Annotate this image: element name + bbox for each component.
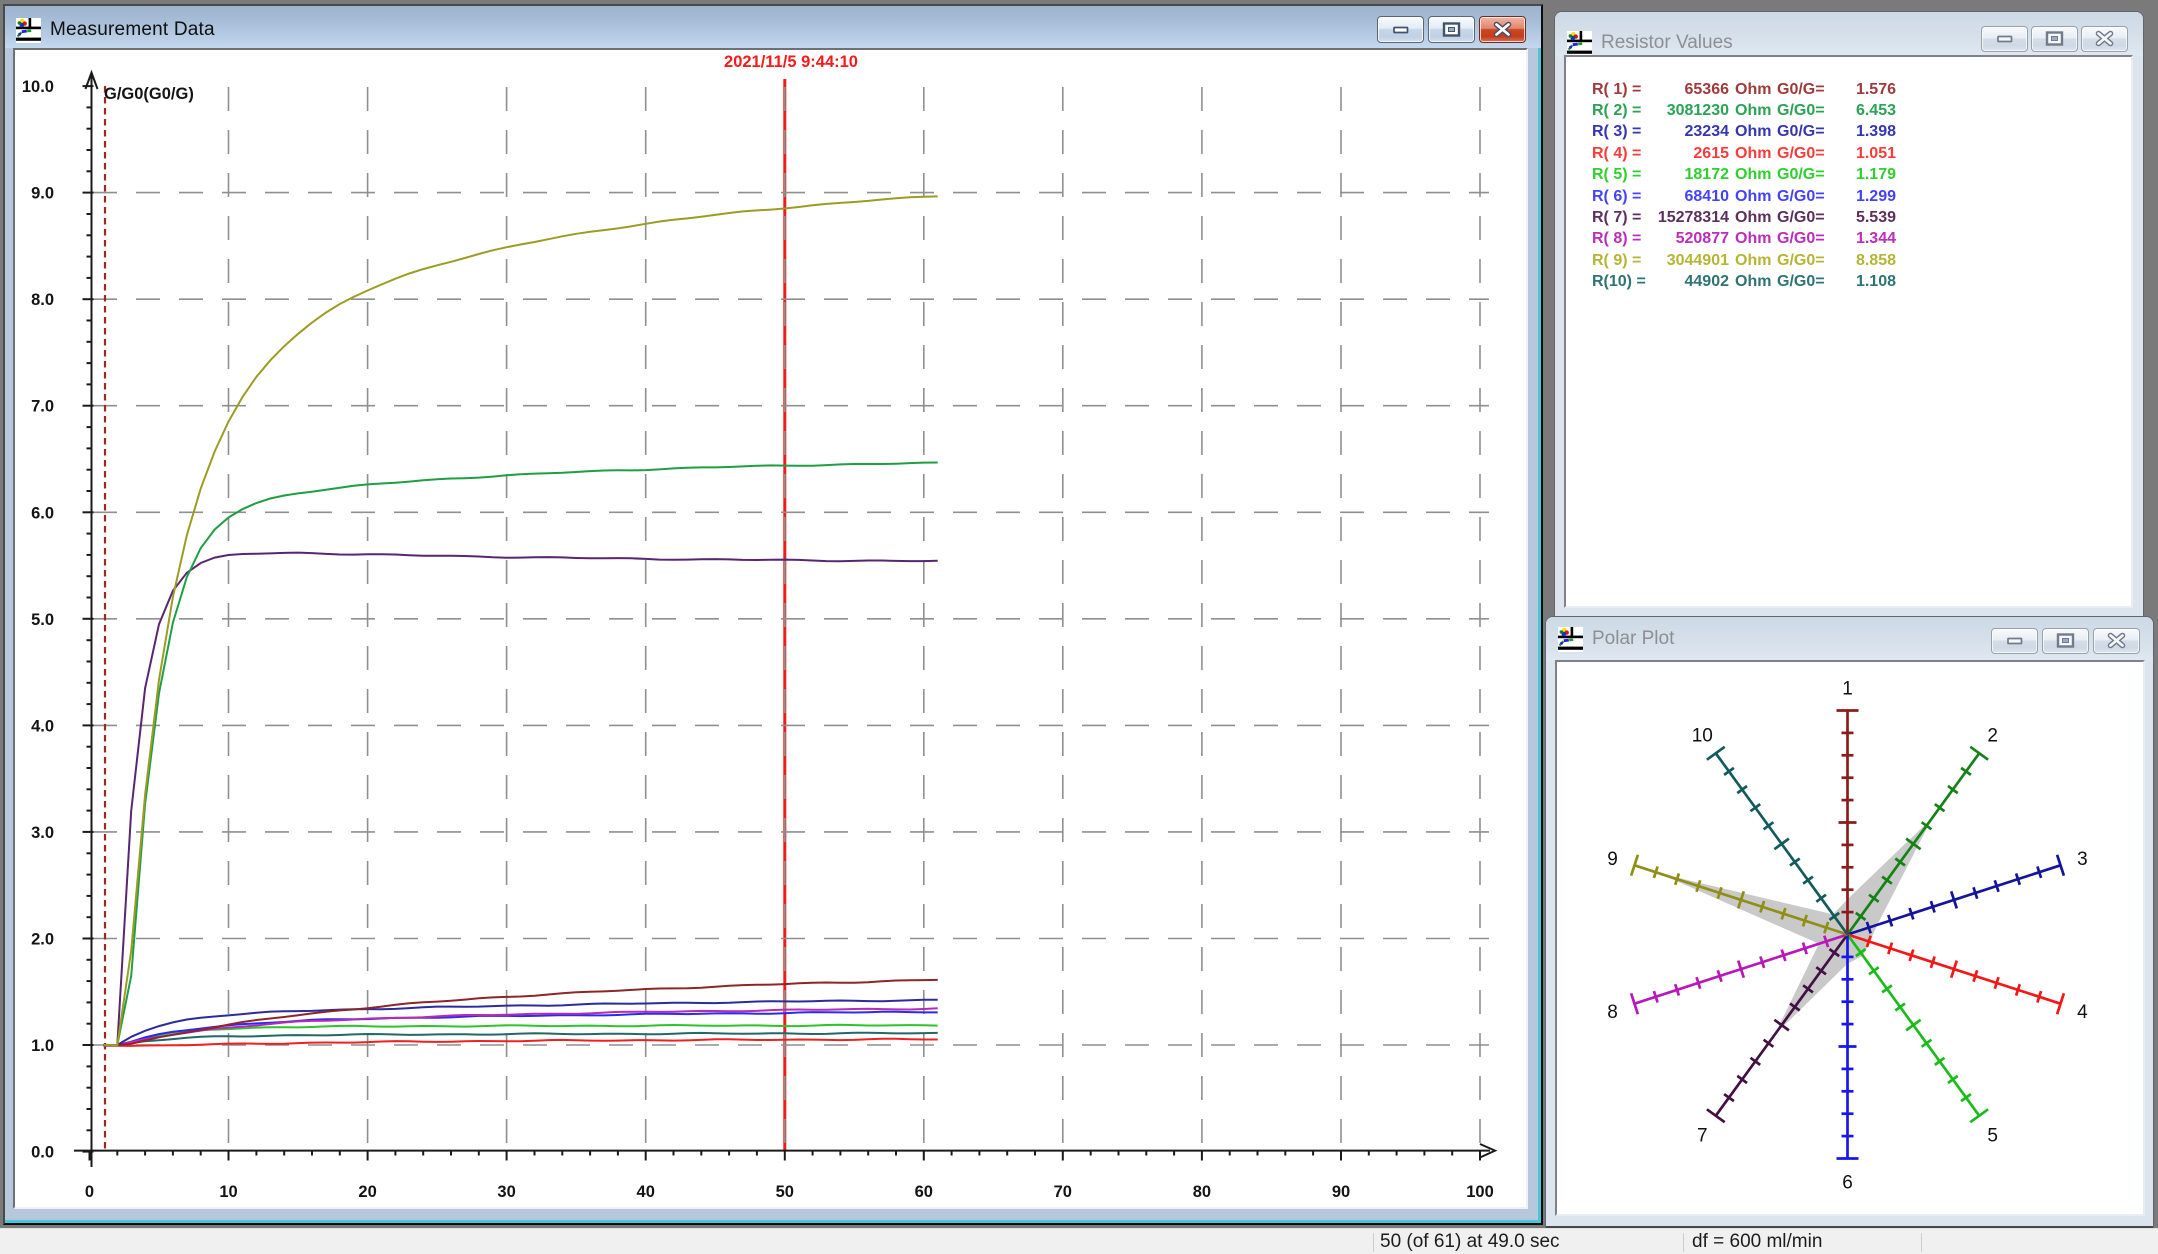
svg-text:4.0: 4.0	[31, 717, 54, 735]
svg-text:0: 0	[85, 1183, 94, 1201]
svg-text:7.0: 7.0	[31, 398, 54, 416]
svg-text:70: 70	[1054, 1183, 1072, 1201]
svg-text:20: 20	[358, 1183, 376, 1201]
svg-text:G/G0(G0/G): G/G0(G0/G)	[104, 85, 194, 103]
svg-text:4: 4	[2077, 1002, 2088, 1023]
svg-text:80: 80	[1193, 1183, 1211, 1201]
svg-text:5.0: 5.0	[31, 611, 54, 629]
svg-text:0.0: 0.0	[31, 1144, 54, 1162]
svg-text:3.0: 3.0	[31, 824, 54, 842]
svg-text:8.0: 8.0	[31, 291, 54, 309]
svg-text:8: 8	[1607, 1002, 1618, 1023]
svg-text:10: 10	[219, 1183, 237, 1201]
svg-text:5: 5	[1987, 1125, 1998, 1146]
svg-text:6: 6	[1842, 1173, 1853, 1194]
svg-text:7: 7	[1697, 1125, 1708, 1146]
svg-text:2021/11/5 9:44:10: 2021/11/5 9:44:10	[724, 53, 858, 71]
svg-text:40: 40	[637, 1183, 655, 1201]
svg-text:1: 1	[1842, 679, 1853, 700]
svg-text:90: 90	[1332, 1183, 1350, 1201]
svg-text:30: 30	[497, 1183, 515, 1201]
svg-text:1.0: 1.0	[31, 1037, 54, 1055]
svg-text:6.0: 6.0	[31, 504, 54, 522]
svg-text:60: 60	[915, 1183, 933, 1201]
svg-text:9.0: 9.0	[31, 185, 54, 203]
svg-text:10.0: 10.0	[22, 78, 54, 96]
svg-text:50: 50	[776, 1183, 794, 1201]
svg-text:2.0: 2.0	[31, 931, 54, 949]
svg-text:9: 9	[1607, 849, 1618, 870]
svg-text:100: 100	[1466, 1183, 1494, 1201]
svg-text:10: 10	[1692, 726, 1713, 747]
svg-text:3: 3	[2077, 849, 2088, 870]
svg-text:2: 2	[1987, 726, 1998, 747]
